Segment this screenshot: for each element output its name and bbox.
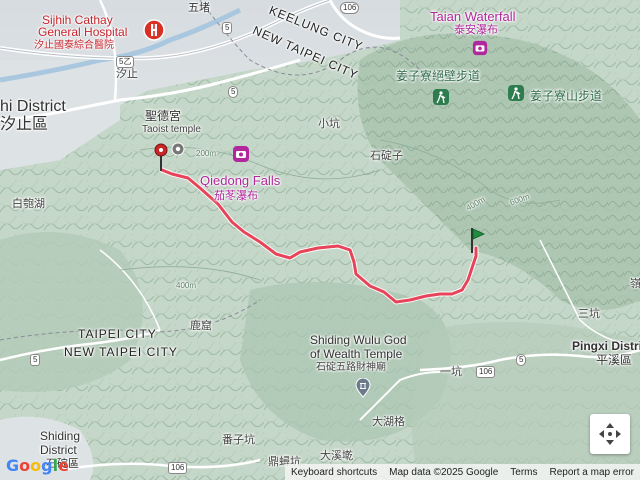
place-right-edge: 嶺 [630, 278, 640, 290]
place-shidingzi: 石碇子 [370, 150, 403, 162]
wulu-temple-en-2[interactable]: of Wealth Temple [310, 347, 402, 361]
wulu-temple-en-1[interactable]: Shiding Wulu God [310, 333, 407, 347]
place-fanzikeng: 番子坑 [222, 434, 255, 446]
landmark-icon[interactable] [355, 378, 371, 398]
place-yikeng: 一坑 [440, 366, 462, 378]
red-pin-icon[interactable] [152, 142, 170, 172]
report-map-error-link[interactable]: Report a map error [544, 467, 640, 478]
taian-waterfall-en[interactable]: Taian Waterfall [430, 9, 516, 24]
hiking-route [159, 167, 479, 305]
route-shield: 106 [168, 462, 188, 474]
keyboard-shortcuts-link[interactable]: Keyboard shortcuts [285, 467, 383, 478]
route-shield: 106 [476, 366, 496, 378]
trail-jiangziliao-cliff[interactable]: 姜子寮絕壁步道 [396, 69, 480, 83]
green-flag-icon[interactable] [468, 226, 486, 254]
route-shield: 5乙 [116, 56, 135, 68]
qiedong-falls-en[interactable]: Qiedong Falls [200, 173, 280, 188]
qiedong-falls-zh[interactable]: 茄苳瀑布 [214, 190, 258, 202]
camera-icon[interactable] [472, 40, 488, 56]
place-dahuge: 大湖格 [372, 416, 405, 428]
hospital-label-en-2[interactable]: General Hospital [38, 25, 127, 39]
route-shield: 106 [340, 2, 360, 14]
district-sijhi-zh: 汐止區 [0, 116, 49, 133]
google-logo: Google [6, 456, 69, 475]
place-luku: 鹿窟 [190, 320, 212, 332]
place-xiaokeng: 小坑 [318, 118, 340, 130]
place-daxikeng: 大溪墘 [320, 450, 353, 462]
map-data-text: Map data ©2025 Google [389, 466, 499, 478]
camera-icon[interactable] [232, 145, 250, 163]
compass-arrows-icon [599, 423, 621, 445]
route-shield: 5 [30, 354, 41, 366]
place-sijhi-small: 汐止 [116, 68, 138, 80]
attribution-bar: Keyboard shortcuts Map data ©2025 Google… [284, 464, 640, 480]
trail-jiangziliao-mountain[interactable]: 姜子寮山步道 [530, 89, 602, 103]
taian-waterfall-zh[interactable]: 泰安瀑布 [454, 24, 498, 36]
district-shiding-en-1: Shiding [40, 429, 81, 443]
city-taipei: TAIPEI CITY [78, 327, 157, 341]
wulu-temple-zh[interactable]: 石碇五路財神廟 [316, 362, 386, 373]
district-sijhi-en: hi District [0, 98, 66, 115]
temple-label-en[interactable]: Taoist temple [142, 124, 201, 135]
contour-label: 200m [196, 149, 217, 158]
hiking-trail-icon[interactable] [432, 88, 450, 106]
hospital-icon[interactable] [143, 19, 165, 41]
route-shield: 5 [222, 22, 233, 34]
city-new-taipei-bottom: NEW TAIPEI CITY [64, 345, 178, 359]
temple-icon[interactable] [171, 142, 185, 156]
temple-label-zh[interactable]: 聖德宮 [145, 109, 181, 123]
place-baichihu: 白匏湖 [12, 198, 45, 210]
hospital-label-zh[interactable]: 汐止國泰綜合醫院 [34, 40, 114, 51]
compass-button[interactable] [590, 414, 630, 454]
district-pingxi-zh: 平溪區 [596, 353, 633, 367]
hiking-trail-icon[interactable] [507, 84, 525, 102]
map-canvas[interactable]: Sijhih Cathay General Hospital 汐止國泰綜合醫院 … [0, 0, 640, 480]
place-wudu: 五堵 [188, 2, 210, 14]
district-pingxi-en: Pingxi District [572, 339, 640, 353]
contour-label: 400m [176, 281, 197, 290]
terms-link[interactable]: Terms [504, 467, 543, 478]
place-sankeng: 三坑 [578, 308, 600, 320]
